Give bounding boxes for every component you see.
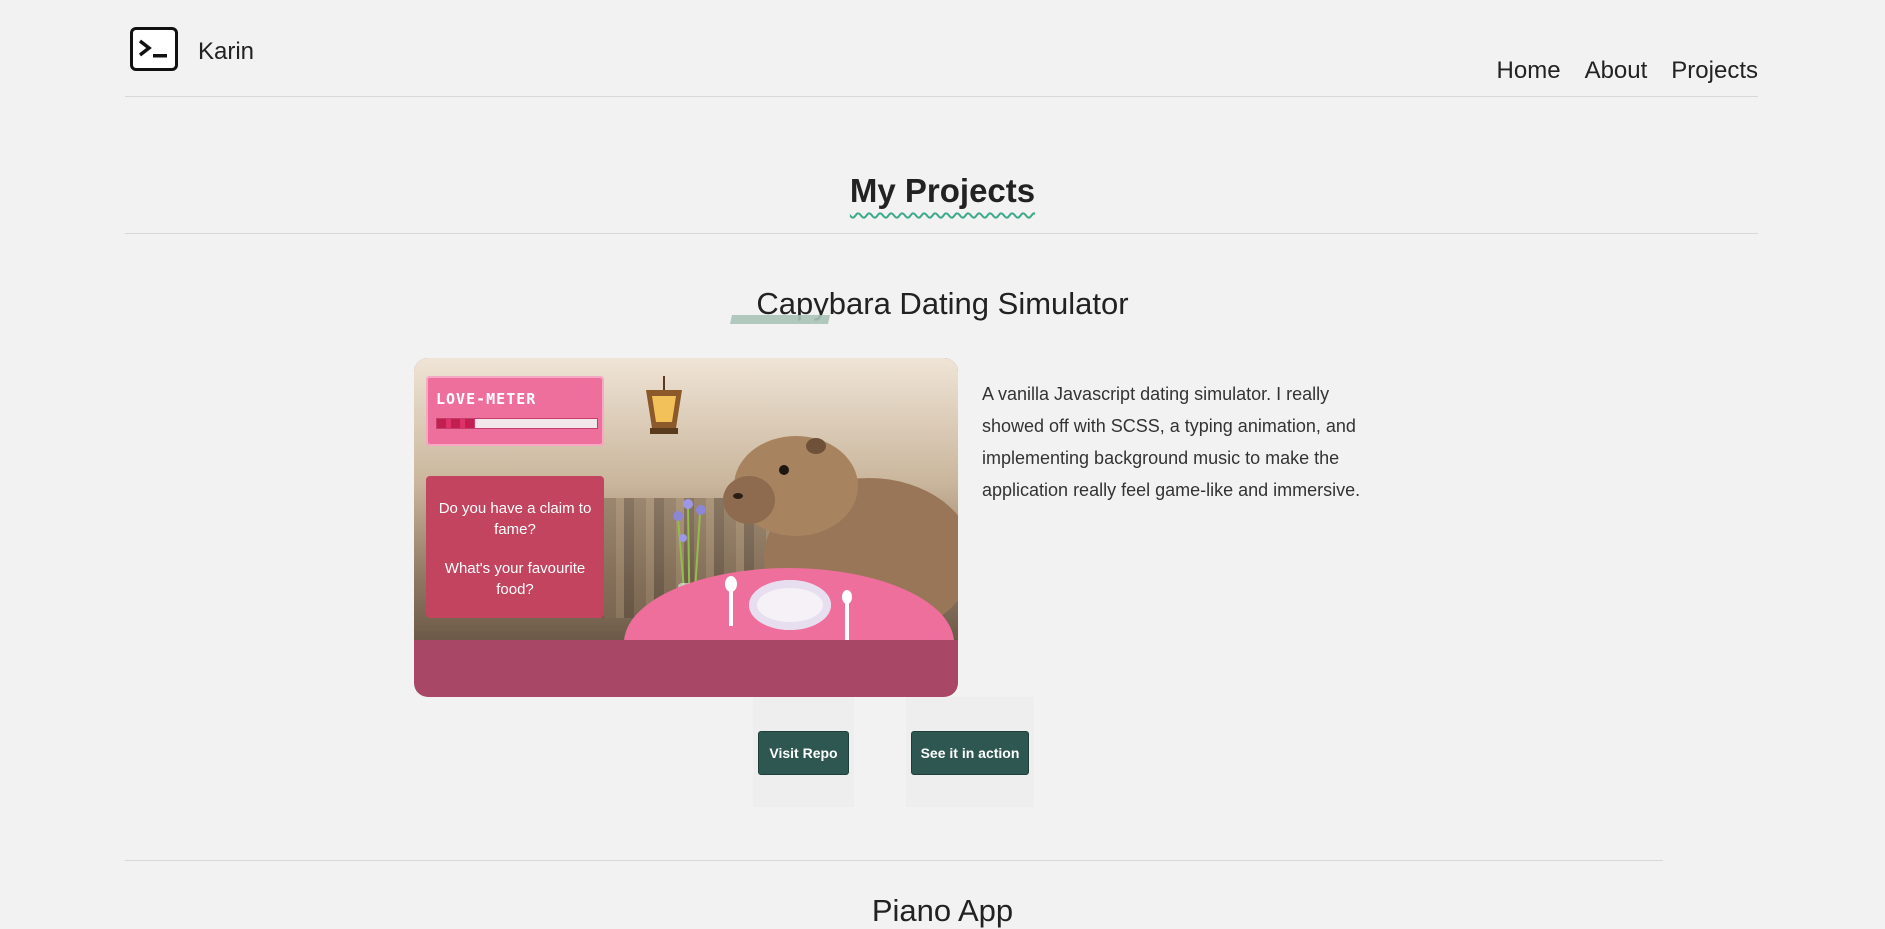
dialogue-option: What's your favourite food? — [444, 560, 586, 598]
love-meter-fill — [437, 419, 476, 428]
page-title-text: My Projects — [849, 172, 1036, 209]
restaurant-scene: LOVE-METER Do you have a claim to fame? … — [414, 358, 958, 640]
love-meter-track — [436, 418, 598, 429]
project-title: Piano App — [871, 893, 1014, 928]
spoon-icon — [725, 576, 737, 626]
project-title: Capybara Dating Simulator — [756, 286, 1129, 321]
live-demo-button[interactable]: See it in action — [911, 731, 1029, 775]
love-meter-label: LOVE-METER — [436, 390, 537, 408]
project-description: A vanilla Javascript dating simulator. I… — [982, 384, 1361, 500]
terminal-icon[interactable] — [130, 27, 178, 71]
brand-name[interactable]: Karin — [198, 38, 254, 66]
plate-image — [749, 580, 831, 630]
project-screenshot: LOVE-METER Do you have a claim to fame? … — [414, 358, 958, 697]
project-divider — [125, 860, 1663, 861]
love-meter-panel: LOVE-METER — [426, 376, 604, 446]
dialogue-option: Do you have a claim to fame? — [438, 500, 592, 538]
fork-icon — [842, 590, 852, 640]
nav-projects-link[interactable]: Projects — [1671, 57, 1758, 85]
section-divider — [125, 233, 1758, 234]
main-nav: Home About Projects — [1497, 57, 1758, 85]
dialogue-options-panel: Do you have a claim to fame? What's your… — [426, 476, 604, 618]
visit-repo-button[interactable]: Visit Repo — [758, 731, 849, 775]
page-title: My Projects — [0, 172, 1885, 210]
title-highlight-mark — [730, 315, 830, 324]
nav-about-link[interactable]: About — [1585, 57, 1648, 85]
lamp-icon — [646, 376, 682, 434]
nav-home-link[interactable]: Home — [1497, 57, 1561, 85]
site-header: Karin Home About Projects — [125, 0, 1758, 97]
